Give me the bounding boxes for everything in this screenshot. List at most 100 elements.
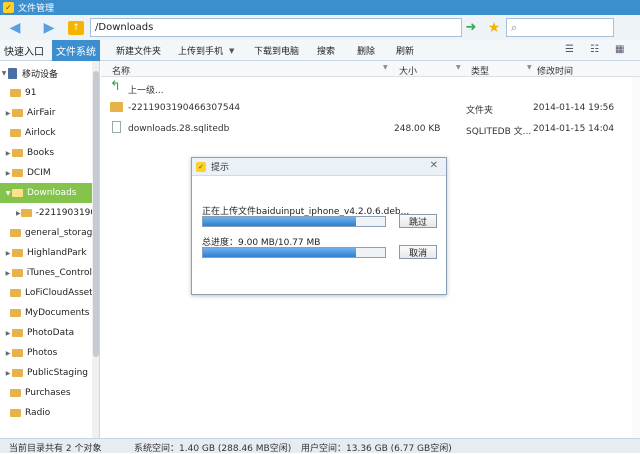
search-input[interactable]: ⌕: [506, 18, 614, 37]
sort-arrow-icon: ▼: [383, 64, 388, 71]
go-arrow-icon[interactable]: ➜: [462, 20, 480, 35]
file-modified: 2014-01-14 19:56: [533, 103, 615, 113]
tree-item[interactable]: ▶ iTunes_Control: [0, 263, 92, 283]
expand-arrow-icon[interactable]: ▶: [16, 210, 21, 217]
tree-item-label: Downloads: [27, 188, 77, 198]
detail-view-icon[interactable]: ☷: [590, 45, 602, 55]
column-type[interactable]: 类型: [471, 64, 489, 77]
collapse-arrow-icon[interactable]: ▼: [4, 190, 12, 197]
expand-arrow-icon[interactable]: ▶: [4, 250, 12, 257]
chevron-down-icon[interactable]: ▼: [229, 47, 234, 55]
folder-icon: [10, 389, 21, 397]
tree-item[interactable]: LoFiCloudAssets: [0, 283, 92, 303]
search-button[interactable]: 搜索: [317, 40, 335, 61]
refresh-button[interactable]: 刷新: [396, 40, 414, 61]
column-modified[interactable]: 修改时间: [537, 64, 573, 77]
up-arrow-icon: ↰: [110, 79, 121, 94]
tree-item[interactable]: ▶ PublicStaging: [0, 363, 92, 383]
file-row[interactable]: -2211903190466307544 文件夹 2014-01-14 19:5…: [101, 98, 621, 118]
cancel-button[interactable]: 取消: [399, 245, 437, 259]
expand-arrow-icon[interactable]: ▶: [4, 150, 12, 157]
tree-item[interactable]: ▶ PhotoData: [0, 323, 92, 343]
expand-arrow-icon[interactable]: ▶: [4, 270, 12, 277]
file-list-scrollbar[interactable]: [632, 77, 640, 438]
up-folder-icon[interactable]: ↑: [68, 20, 84, 35]
tree-item-label: Radio: [25, 408, 51, 418]
address-bar: ◀ ▶ ↑ /Downloads ➜ ★ ⌕: [0, 15, 640, 40]
favorite-star-icon[interactable]: ★: [484, 20, 504, 36]
close-icon[interactable]: ✕: [430, 160, 438, 171]
tree-item-label: LoFiCloudAssets: [25, 288, 92, 298]
upload-label: 上传到手机: [178, 47, 224, 57]
tree-item[interactable]: ▶ DCIM: [0, 163, 92, 183]
folder-icon: [20, 209, 32, 217]
skip-button[interactable]: 跳过: [399, 214, 437, 228]
folder-icon: [10, 89, 21, 97]
forward-arrow-icon[interactable]: ▶: [40, 19, 58, 37]
folder-icon: [10, 409, 21, 417]
tree-item[interactable]: ▶ Books: [0, 143, 92, 163]
back-arrow-icon[interactable]: ◀: [6, 19, 24, 37]
download-button[interactable]: 下载到电脑: [254, 40, 299, 61]
file-row[interactable]: downloads.28.sqlitedb 248.00 KB SQLITEDB…: [101, 119, 621, 139]
tree-item[interactable]: Purchases: [0, 383, 92, 403]
title-bar: ✓ 文件管理: [0, 0, 640, 15]
delete-button[interactable]: 删除: [357, 40, 375, 61]
folder-icon: [10, 229, 21, 237]
tree-item-label: DCIM: [27, 168, 51, 178]
tree-item[interactable]: Airlock: [0, 123, 92, 143]
object-count: 当前目录共有 2 个对象: [9, 444, 102, 454]
dialog-title-bar: ✓ 提示 ✕: [192, 158, 446, 176]
system-space: 系统空间：1.40 GB (288.46 MB空闲): [134, 444, 292, 454]
upload-button[interactable]: 上传到手机 ▼: [178, 40, 234, 61]
folder-icon: [12, 249, 23, 257]
file-progress-bar: [202, 216, 386, 227]
tree-item-label: Airlock: [25, 128, 56, 138]
sidebar-scrollbar[interactable]: [92, 61, 99, 438]
file-size: 248.00 KB: [394, 124, 441, 134]
tree-item-label: Photos: [27, 348, 58, 358]
tree-item[interactable]: ▶ -2211903190: [0, 203, 92, 223]
expand-arrow-icon[interactable]: ▶: [4, 110, 12, 117]
path-input[interactable]: /Downloads: [90, 18, 462, 37]
folder-tree: ▼ 移动设备 91 ▶ AirFair Airlock ▶ Books ▶ DCIM …: [0, 61, 100, 438]
tree-item[interactable]: general_storage: [0, 223, 92, 243]
folder-icon: [10, 309, 21, 317]
tree-item-downloads[interactable]: ▼ Downloads: [0, 183, 92, 203]
tree-item-label: PhotoData: [27, 328, 75, 338]
folder-icon: [10, 289, 21, 297]
tree-item-label: Books: [27, 148, 55, 158]
column-size[interactable]: 大小: [399, 64, 417, 77]
tree-item-label: MyDocuments: [25, 308, 90, 318]
grid-view-icon[interactable]: ▦: [615, 45, 627, 55]
tree-item-label: AirFair: [27, 108, 56, 118]
file-modified: 2014-01-15 14:04: [533, 124, 615, 134]
tree-item[interactable]: ▶ Photos: [0, 343, 92, 363]
column-name[interactable]: 名称: [112, 64, 130, 77]
expand-arrow-icon[interactable]: ▶: [4, 330, 12, 337]
folder-icon: [12, 349, 23, 357]
user-space: 用户空间：13.36 GB (6.77 GB空闲): [301, 444, 452, 454]
parent-dir-row[interactable]: ↰ 上一级...: [101, 78, 621, 98]
folder-icon: [10, 129, 21, 137]
folder-icon: [12, 149, 23, 157]
tree-item[interactable]: MyDocuments: [0, 303, 92, 323]
tree-item[interactable]: Radio: [0, 403, 92, 423]
tab-quick-access[interactable]: 快速入口: [0, 40, 48, 61]
list-view-icon[interactable]: ☰: [565, 45, 577, 55]
scrollbar-thumb[interactable]: [93, 71, 99, 357]
collapse-arrow-icon[interactable]: ▼: [0, 70, 8, 77]
tab-file-system[interactable]: 文件系统: [52, 40, 100, 61]
tree-root[interactable]: ▼ 移动设备: [0, 63, 92, 83]
tree-item[interactable]: ▶ AirFair: [0, 103, 92, 123]
expand-arrow-icon[interactable]: ▶: [4, 350, 12, 357]
tree-item-label: Purchases: [25, 388, 71, 398]
status-bar: 当前目录共有 2 个对象 系统空间：1.40 GB (288.46 MB空闲) …: [0, 438, 640, 454]
file-type: SQLITEDB 文...: [466, 127, 532, 137]
new-folder-button[interactable]: 新建文件夹: [116, 40, 161, 61]
toolbar-row: 快速入口 文件系统 新建文件夹 上传到手机 ▼ 下载到电脑 搜索 删除 刷新 ☰ …: [0, 40, 640, 61]
tree-item[interactable]: ▶ HighlandPark: [0, 243, 92, 263]
expand-arrow-icon[interactable]: ▶: [4, 370, 12, 377]
expand-arrow-icon[interactable]: ▶: [4, 170, 12, 177]
tree-item[interactable]: 91: [0, 83, 92, 103]
